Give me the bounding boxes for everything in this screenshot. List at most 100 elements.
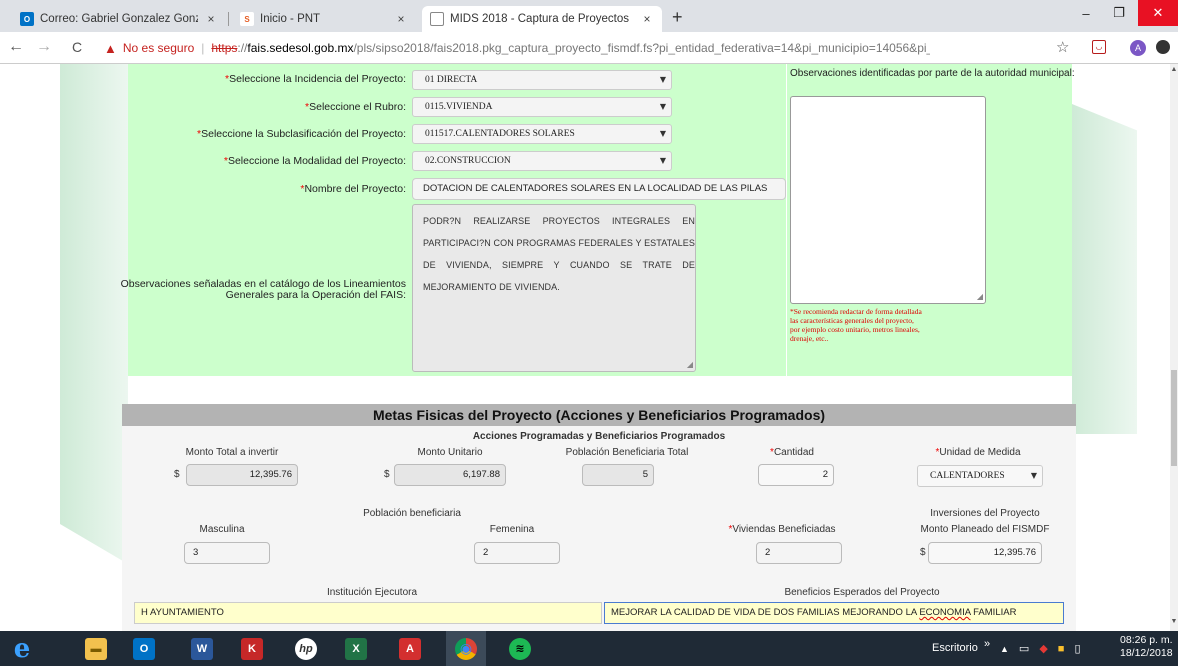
word-taskbar-icon[interactable]: W [182, 631, 222, 666]
minimize-button[interactable]: – [1072, 0, 1100, 26]
excel-taskbar-icon[interactable]: X [336, 631, 376, 666]
page-scrollbar[interactable]: ▲ ▼ [1170, 64, 1178, 631]
tab-label: Correo: Gabriel Gonzalez Gonzalez [40, 13, 198, 25]
institucion-input[interactable]: H AYUNTAMIENTO [134, 602, 602, 624]
obs-catalogo-text: PODR?N REALIZARSE PROYECTOS INTEGRALES E… [423, 216, 695, 292]
toolbar-overflow-icon[interactable]: » [984, 638, 990, 650]
unidad-select[interactable]: CALENTADORES ▼ [917, 465, 1043, 487]
nombre-input[interactable]: DOTACION DE CALENTADORES SOLARES EN LA L… [412, 178, 786, 200]
cantidad-input[interactable]: 2 [758, 464, 834, 486]
outlook-taskbar-icon[interactable]: O [124, 631, 164, 666]
window-close-button[interactable]: ✕ [1138, 0, 1178, 26]
incidencia-select[interactable]: 01 DIRECTA ▼ [412, 70, 672, 90]
url-path: /pls/sipso2018/fais2018.pkg_captura_proy… [353, 41, 930, 55]
decorative-stripe [1072, 104, 1137, 434]
battery-icon[interactable]: ▯ [1074, 642, 1080, 655]
monto-fismdf-input[interactable]: 12,395.76 [928, 542, 1042, 564]
rubro-select[interactable]: 0115.VIVIENDA ▼ [412, 97, 672, 117]
scroll-up-icon[interactable]: ▲ [1170, 66, 1178, 73]
new-tab-button[interactable]: + [672, 7, 683, 28]
resize-grip-icon[interactable]: ◢ [687, 360, 693, 369]
pdf-taskbar-icon[interactable]: K [232, 631, 272, 666]
tab-label: Inicio - PNT [260, 13, 321, 25]
obs-catalogo-label: Observaciones señaladas en el catálogo d… [120, 278, 406, 301]
outlook-icon: O [20, 12, 34, 26]
url-field[interactable]: ▲ No es seguro | https://fais.sedesol.go… [104, 37, 930, 59]
maximize-button[interactable]: ❐ [1104, 0, 1134, 26]
antivirus-icon[interactable]: ◆ [1039, 642, 1047, 655]
explorer-taskbar-icon[interactable]: ▬ [76, 631, 116, 666]
monto-total-input[interactable]: 12,395.76 [186, 464, 298, 486]
obs-municipal-hint: *Se recomienda redactar de forma detalla… [790, 307, 922, 343]
back-button[interactable]: ← [8, 38, 24, 56]
obs-municipal-textarea[interactable]: ◢ [790, 96, 986, 304]
dropdown-arrow-icon: ▼ [659, 129, 666, 138]
close-icon[interactable]: × [640, 12, 654, 26]
windows-taskbar: e ▬ O W K hp X A ◉ ≋ Escritorio » ▲ ▭ ◆ … [0, 631, 1178, 666]
tab-correo[interactable]: O Correo: Gabriel Gonzalez Gonzalez × [12, 6, 226, 32]
security-shield-icon[interactable]: ■ [1058, 643, 1065, 655]
scroll-thumb[interactable] [1171, 370, 1177, 466]
clock[interactable]: 08:26 p. m. 18/12/2018 [1120, 634, 1173, 660]
currency-symbol: $ [920, 547, 926, 558]
tab-pnt[interactable]: S Inicio - PNT × [232, 6, 416, 32]
obs-catalogo-textarea[interactable]: PODR?N REALIZARSE PROYECTOS INTEGRALES E… [412, 204, 696, 372]
security-label[interactable]: No es seguro [123, 41, 194, 55]
modalidad-label: *Seleccione la Modalidad del Proyecto: [223, 155, 406, 167]
beneficios-input[interactable]: MEJORAR LA CALIDAD DE VIDA DE DOS FAMILI… [604, 602, 1064, 624]
dropdown-arrow-icon: ▼ [659, 75, 666, 84]
acrobat-taskbar-icon[interactable]: A [390, 631, 430, 666]
browser-tab-bar: O Correo: Gabriel Gonzalez Gonzalez × S … [0, 0, 1178, 32]
warning-icon: ▲ [104, 40, 117, 56]
tab-divider [228, 12, 229, 26]
extension-icon[interactable] [1156, 40, 1170, 54]
edge-taskbar-icon[interactable]: e [2, 631, 42, 666]
rubro-label: *Seleccione el Rubro: [305, 101, 406, 113]
desktop-toolbar-label[interactable]: Escritorio [932, 642, 978, 654]
institucion-label: Institución Ejecutora [326, 587, 418, 598]
clock-date: 18/12/2018 [1120, 647, 1173, 659]
poblacion-total-input[interactable]: 5 [582, 464, 654, 486]
pocket-extension-icon[interactable]: ◡ [1092, 40, 1106, 54]
monto-unitario-input[interactable]: 6,197.88 [394, 464, 506, 486]
scroll-down-icon[interactable]: ▼ [1170, 618, 1178, 625]
subclasificacion-label: *Seleccione la Subclasificación del Proy… [197, 128, 406, 140]
masculina-label: Masculina [199, 524, 245, 535]
metas-title: Metas Fisicas del Proyecto (Acciones y B… [122, 404, 1076, 426]
viviendas-input[interactable]: 2 [756, 542, 842, 564]
url-sep: :// [237, 41, 248, 55]
monto-unitario-label: Monto Unitario [417, 447, 483, 458]
tray-expand-icon[interactable]: ▲ [1000, 644, 1009, 654]
resize-grip-icon[interactable]: ◢ [977, 292, 983, 301]
poblacion-total-label: Población Beneficiaria Total [565, 447, 689, 458]
obs-municipal-label: Observaciones identificadas por parte de… [790, 68, 1075, 79]
pnt-icon: S [240, 12, 254, 26]
dropdown-arrow-icon: ▼ [659, 156, 666, 165]
modalidad-select[interactable]: 02.CONSTRUCCION ▼ [412, 151, 672, 171]
profile-avatar[interactable]: A [1130, 40, 1146, 56]
tab-mids[interactable]: MIDS 2018 - Captura de Proyectos × [422, 6, 662, 32]
network-icon[interactable]: ▭ [1019, 642, 1029, 655]
cantidad-label: *Cantidad [770, 447, 814, 458]
url-scheme: https [211, 41, 238, 55]
dropdown-arrow-icon: ▼ [659, 102, 666, 111]
divider: | [201, 41, 205, 55]
forward-button[interactable]: → [36, 38, 52, 56]
nombre-label: *Nombre del Proyecto: [300, 183, 406, 195]
subclasificacion-select[interactable]: 011517.CALENTADORES SOLARES ▼ [412, 124, 672, 144]
hp-taskbar-icon[interactable]: hp [286, 631, 326, 666]
reload-button[interactable]: C [72, 39, 82, 55]
inversiones-label: Inversiones del Proyecto [930, 508, 1040, 519]
spotify-taskbar-icon[interactable]: ≋ [500, 631, 540, 666]
close-icon[interactable]: × [204, 12, 218, 26]
masculina-input[interactable]: 3 [184, 542, 270, 564]
bookmark-star-icon[interactable]: ☆ [1056, 38, 1069, 56]
metas-subtitle: Acciones Programadas y Beneficiarios Pro… [472, 431, 726, 442]
close-icon[interactable]: × [394, 12, 408, 26]
monto-fismdf-label: Monto Planeado del FISMDF [920, 524, 1050, 535]
chrome-taskbar-icon[interactable]: ◉ [446, 631, 486, 666]
page-content: *Seleccione la Incidencia del Proyecto: … [0, 64, 1170, 631]
clock-time: 08:26 p. m. [1120, 634, 1173, 646]
femenina-input[interactable]: 2 [474, 542, 560, 564]
metas-section: Metas Fisicas del Proyecto (Acciones y B… [122, 404, 1076, 631]
